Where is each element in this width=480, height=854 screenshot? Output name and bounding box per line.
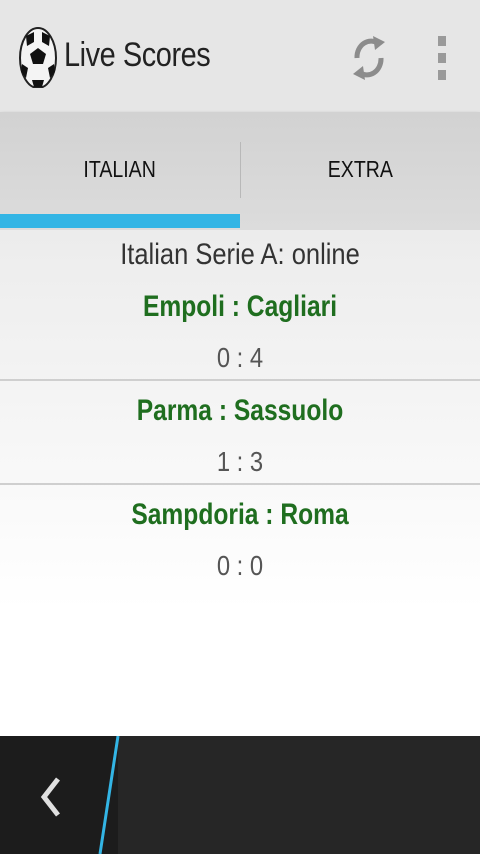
match-item[interactable]: Sampdoria : Roma 0 : 0 [0, 498, 480, 601]
soccer-ball-icon[interactable] [18, 24, 58, 89]
app-title: Live Scores [64, 36, 211, 74]
match-item[interactable]: Parma : Sassuolo 1 : 3 [0, 394, 480, 497]
accent-slash [98, 736, 120, 854]
divider [0, 483, 480, 485]
divider [0, 379, 480, 381]
tab-italian[interactable]: ITALIAN [0, 112, 240, 226]
match-score: 0 : 4 [216, 342, 264, 373]
match-score: 0 : 0 [216, 550, 264, 581]
match-item[interactable]: Empoli : Cagliari 0 : 4 [0, 290, 480, 393]
tab-label: EXTRA [327, 155, 393, 182]
tab-extra[interactable]: EXTRA [240, 112, 480, 226]
refresh-icon[interactable] [346, 28, 392, 88]
match-teams: Sampdoria : Roma [131, 498, 349, 531]
match-teams: Parma : Sassuolo [136, 394, 344, 427]
match-teams: Empoli : Cagliari [142, 290, 338, 323]
match-score: 1 : 3 [216, 446, 264, 477]
selected-tab-indicator [0, 214, 240, 228]
overflow-menu-icon[interactable] [428, 28, 456, 88]
tab-divider [240, 142, 241, 198]
back-chevron-icon[interactable] [30, 772, 70, 822]
league-title: Italian Serie A: online [120, 238, 360, 271]
tab-label: ITALIAN [83, 155, 157, 182]
scores-list[interactable]: Italian Serie A: online Empoli : Cagliar… [0, 230, 480, 736]
bottom-nav-bar [0, 736, 480, 854]
action-bar: Live Scores [0, 0, 480, 112]
